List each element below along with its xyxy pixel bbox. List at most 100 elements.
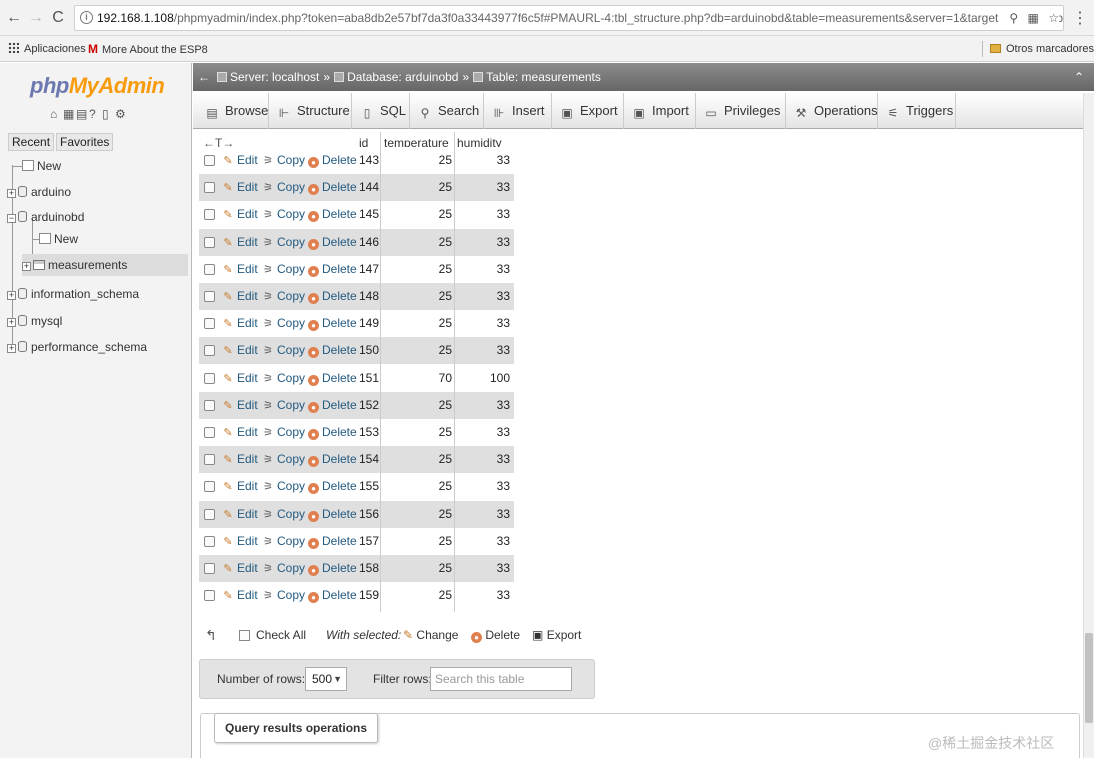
cell-temperature[interactable]: 25 (384, 337, 452, 364)
cell-id[interactable]: 145 (359, 201, 379, 228)
bulk-delete-button[interactable]: ● Delete (471, 622, 520, 648)
row-delete-link[interactable]: ● Delete (308, 419, 357, 446)
cell-temperature[interactable]: 25 (384, 310, 452, 337)
cell-id[interactable]: 156 (359, 501, 379, 528)
row-edit-link[interactable]: ✎ Edit (222, 229, 257, 257)
row-checkbox[interactable] (204, 372, 215, 384)
cell-id[interactable]: 155 (359, 473, 379, 500)
row-copy-link[interactable]: ⚞ Copy (262, 337, 305, 365)
cell-temperature[interactable]: 25 (384, 174, 452, 201)
cell-humidity[interactable]: 33 (457, 473, 510, 500)
expand-icon[interactable]: + (7, 318, 16, 327)
row-edit-link[interactable]: ✎ Edit (222, 365, 257, 393)
row-edit-link[interactable]: ✎ Edit (222, 473, 257, 501)
row-copy-link[interactable]: ⚞ Copy (262, 392, 305, 420)
cell-id[interactable]: 154 (359, 446, 379, 473)
cell-id[interactable]: 159 (359, 582, 379, 609)
cell-temperature[interactable]: 25 (384, 229, 452, 256)
row-edit-link[interactable]: ✎ Edit (222, 501, 257, 529)
row-copy-link[interactable]: ⚞ Copy (262, 229, 305, 257)
row-checkbox[interactable] (204, 345, 215, 357)
row-delete-link[interactable]: ● Delete (308, 147, 357, 174)
expand-icon[interactable]: + (7, 291, 16, 300)
expand-icon[interactable]: + (7, 344, 16, 353)
tab-favorites[interactable]: Favorites (56, 133, 114, 151)
tree-item-arduinobd[interactable]: − arduinobd (7, 206, 84, 228)
row-edit-link[interactable]: ✎ Edit (222, 283, 257, 311)
row-delete-link[interactable]: ● Delete (308, 174, 357, 201)
bulk-export-button[interactable]: ▣ Export (532, 622, 581, 648)
row-copy-link[interactable]: ⚞ Copy (262, 446, 305, 474)
row-copy-link[interactable]: ⚞ Copy (262, 174, 305, 202)
row-delete-link[interactable]: ● Delete (308, 501, 357, 528)
row-delete-link[interactable]: ● Delete (308, 392, 357, 419)
breadcrumb-table[interactable]: Table: measurements (486, 70, 601, 84)
row-copy-link[interactable]: ⚞ Copy (262, 256, 305, 284)
row-edit-link[interactable]: ✎ Edit (222, 528, 257, 556)
breadcrumb-server[interactable]: Server: localhost (230, 70, 319, 84)
cell-humidity[interactable]: 33 (457, 528, 510, 555)
cell-humidity[interactable]: 33 (457, 392, 510, 419)
row-edit-link[interactable]: ✎ Edit (222, 582, 257, 610)
tree-item-new-table[interactable]: New (33, 228, 78, 250)
row-delete-link[interactable]: ● Delete (308, 473, 357, 500)
cell-humidity[interactable]: 33 (457, 201, 510, 228)
tree-item-measurements[interactable]: + measurements (22, 254, 188, 276)
row-checkbox[interactable] (204, 535, 215, 547)
tab-import[interactable]: ▣ Import (624, 93, 696, 129)
location-pin-icon[interactable]: ⚲ (1009, 11, 1018, 25)
row-delete-link[interactable]: ● Delete (308, 528, 357, 555)
cell-id[interactable]: 153 (359, 419, 379, 446)
row-delete-link[interactable]: ● Delete (308, 256, 357, 283)
cell-humidity[interactable]: 33 (457, 229, 510, 256)
row-checkbox[interactable] (204, 236, 215, 248)
bulk-change-button[interactable]: ✎ Change (403, 622, 458, 648)
row-edit-link[interactable]: ✎ Edit (222, 392, 257, 420)
cell-humidity[interactable]: 33 (457, 283, 510, 310)
cell-temperature[interactable]: 25 (384, 446, 452, 473)
cell-id[interactable]: 147 (359, 256, 379, 283)
tab-sql[interactable]: ▯ SQL (352, 93, 410, 129)
page-scrollbar[interactable] (1083, 93, 1094, 758)
collapse-icon[interactable]: − (7, 214, 16, 223)
cell-temperature[interactable]: 25 (384, 201, 452, 228)
cell-temperature[interactable]: 25 (384, 147, 452, 174)
row-delete-link[interactable]: ● Delete (308, 365, 357, 392)
collapse-up-icon[interactable]: ⌃ (1074, 63, 1084, 91)
forward-arrow-icon[interactable]: → (26, 8, 46, 28)
cell-humidity[interactable]: 33 (457, 555, 510, 582)
row-delete-link[interactable]: ● Delete (308, 201, 357, 228)
query-window-icon[interactable]: ▤ (76, 107, 88, 121)
cell-temperature[interactable]: 25 (384, 473, 452, 500)
address-bar[interactable]: i 192.168.1.108/phpmyadmin/index.php?tok… (74, 5, 1064, 31)
row-edit-link[interactable]: ✎ Edit (222, 201, 257, 229)
cell-humidity[interactable]: 33 (457, 446, 510, 473)
cell-temperature[interactable]: 25 (384, 283, 452, 310)
row-delete-link[interactable]: ● Delete (308, 283, 357, 310)
logout-icon[interactable]: ▦ (63, 107, 75, 121)
row-edit-link[interactable]: ✎ Edit (222, 555, 257, 583)
scroll-thumb[interactable] (1085, 633, 1093, 723)
bookmark-other[interactable]: Otros marcadores (990, 36, 1094, 62)
row-copy-link[interactable]: ⚞ Copy (262, 310, 305, 338)
info-icon[interactable]: i (80, 11, 93, 24)
bookmark-esp[interactable]: M More About the ESP8 (88, 36, 208, 63)
tab-export[interactable]: ▣ Export (552, 93, 624, 129)
breadcrumb-database[interactable]: Database: arduinobd (347, 70, 458, 84)
row-edit-link[interactable]: ✎ Edit (222, 337, 257, 365)
row-copy-link[interactable]: ⚞ Copy (262, 201, 305, 229)
cell-humidity[interactable]: 33 (457, 582, 510, 609)
tab-privileges[interactable]: ▭ Privileges (696, 93, 786, 129)
cell-id[interactable]: 149 (359, 310, 379, 337)
settings-gear-icon[interactable]: ⚙ (115, 107, 127, 121)
tree-item-new[interactable]: New (12, 155, 61, 177)
cell-id[interactable]: 146 (359, 229, 379, 256)
cell-temperature[interactable]: 70 (384, 365, 452, 392)
cell-humidity[interactable]: 33 (457, 256, 510, 283)
row-checkbox[interactable] (204, 209, 215, 221)
browser-menu-icon[interactable]: ⋮ (1072, 8, 1088, 28)
cell-temperature[interactable]: 25 (384, 501, 452, 528)
tree-item-information-schema[interactable]: + information_schema (7, 283, 139, 305)
cell-temperature[interactable]: 25 (384, 256, 452, 283)
translate-icon[interactable]: ▦ (1028, 11, 1039, 25)
